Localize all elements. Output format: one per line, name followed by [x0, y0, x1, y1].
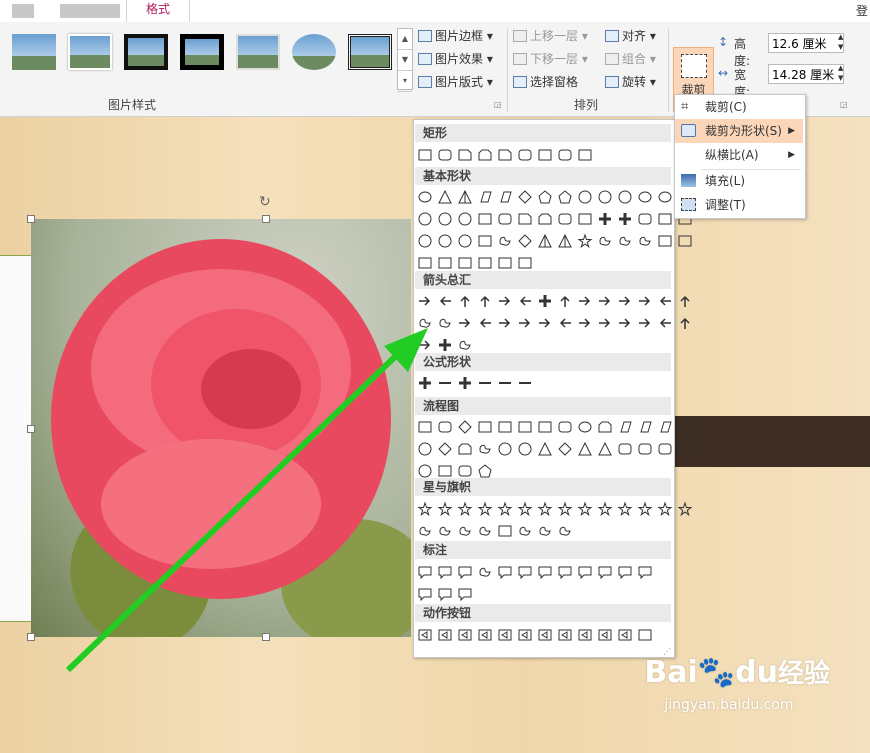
baidu-logo: Bai🐾du经验	[644, 655, 830, 690]
annotation-arrow	[65, 328, 428, 673]
paw-icon: 🐾	[697, 655, 736, 690]
watermark-url: jingyan.baidu.com	[664, 697, 794, 713]
baidu-watermark: Bai🐾du经验 jingyan.baidu.com	[644, 655, 830, 714]
